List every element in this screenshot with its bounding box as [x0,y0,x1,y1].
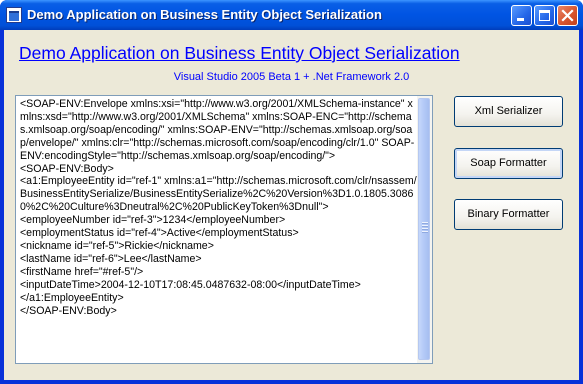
scrollbar-thumb[interactable] [418,98,430,360]
close-button[interactable] [557,5,578,26]
window-title: Demo Application on Business Entity Obje… [27,7,382,22]
minimize-icon [517,18,524,21]
xml-serializer-button[interactable]: Xml Serializer [454,96,563,127]
title-bar[interactable]: Demo Application on Business Entity Obje… [0,0,583,30]
grip-icon [422,222,428,233]
binary-formatter-button[interactable]: Binary Formatter [454,199,563,230]
maximize-button[interactable] [534,5,555,26]
minimize-button[interactable] [511,5,532,26]
subtitle: Visual Studio 2005 Beta 1 + .Net Framewo… [173,71,410,83]
serialized-output-textbox[interactable]: <SOAP-ENV:Envelope xmlns:xsi="http://www… [15,95,433,364]
client-area: Demo Application on Business Entity Obje… [4,30,579,380]
soap-formatter-button[interactable]: Soap Formatter [454,148,563,179]
main-window: Demo Application on Business Entity Obje… [0,0,583,384]
maximize-icon [539,10,550,21]
app-icon[interactable] [6,7,22,23]
header-title-link[interactable]: Demo Application on Business Entity Obje… [19,43,460,64]
close-icon [561,9,574,22]
serialized-output-text[interactable]: <SOAP-ENV:Envelope xmlns:xsi="http://www… [20,98,417,360]
vertical-scrollbar[interactable] [417,96,432,363]
